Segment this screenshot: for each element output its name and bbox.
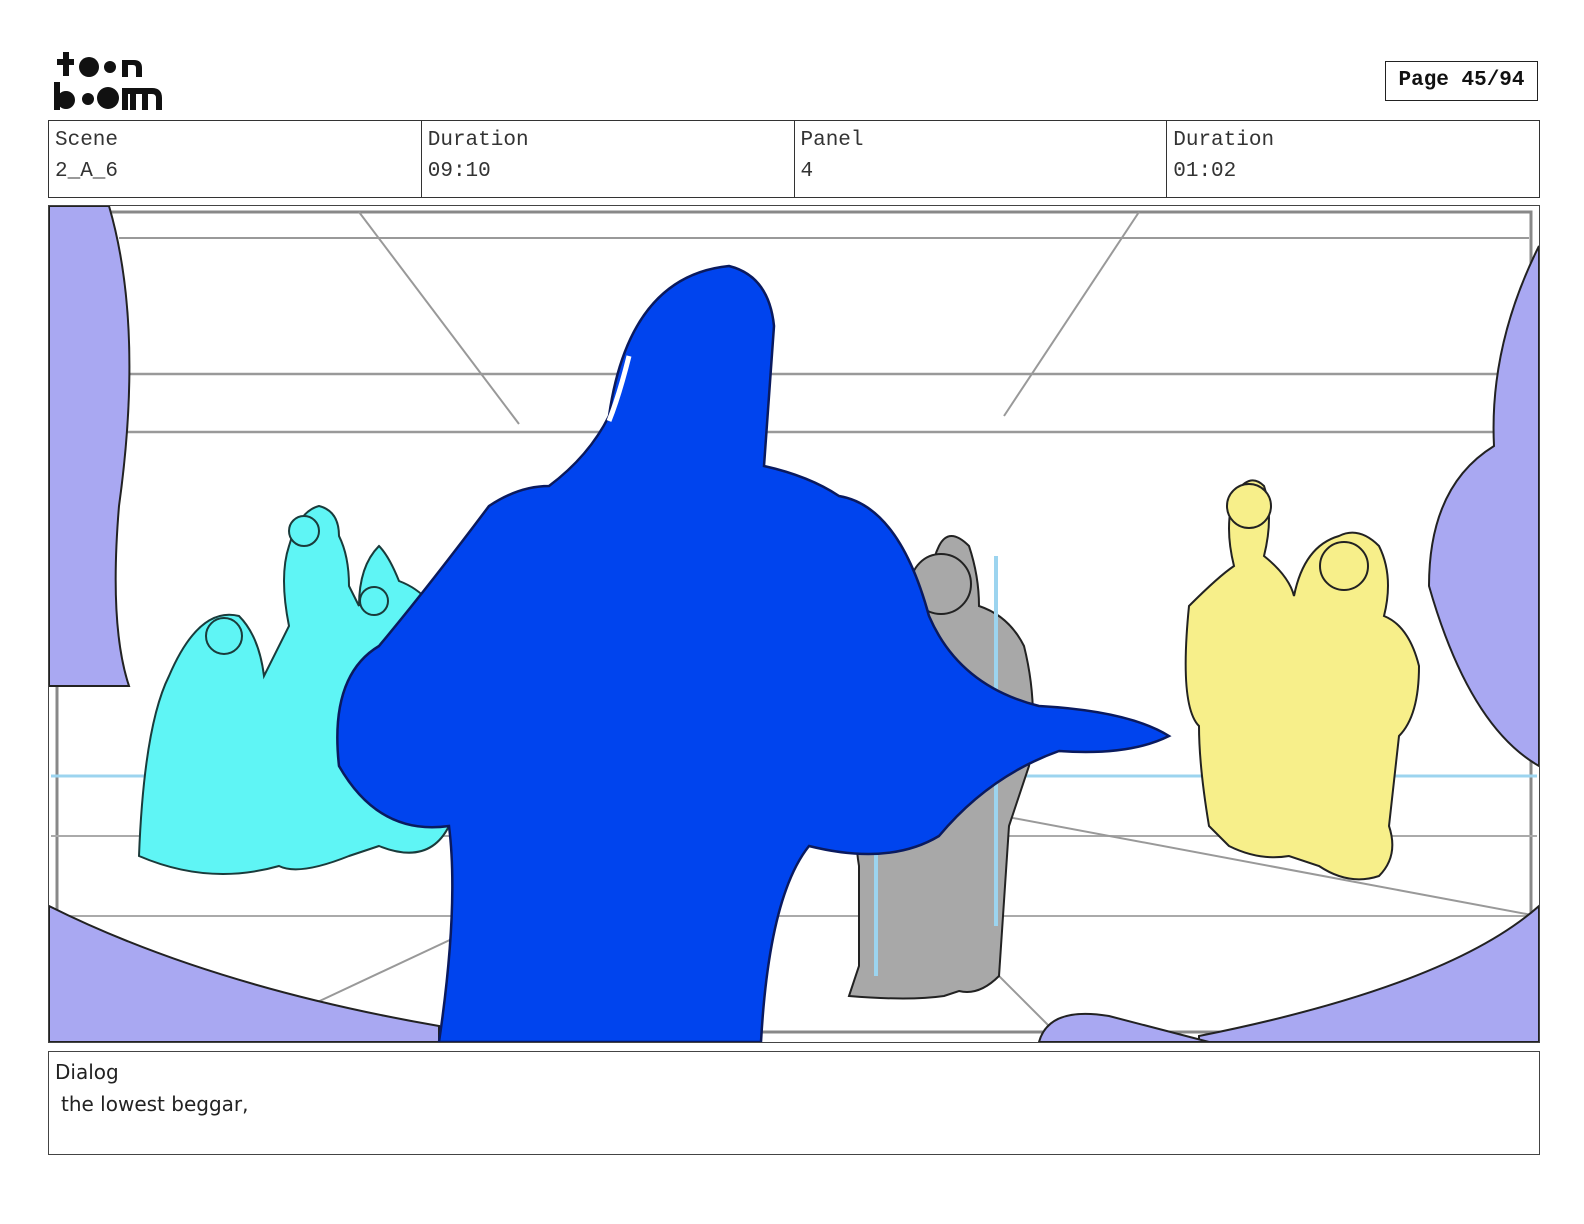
panel-sketch bbox=[49, 206, 1539, 1042]
panel-cell: Panel 4 bbox=[795, 121, 1168, 197]
dialog-label: Dialog bbox=[55, 1060, 119, 1084]
dialog-box: Dialog the lowest beggar, bbox=[48, 1051, 1540, 1155]
panel-duration-label: Duration bbox=[1173, 129, 1275, 152]
scene-label: Scene bbox=[55, 129, 119, 152]
scene-duration-label: Duration bbox=[427, 129, 529, 152]
storyboard-panel-image bbox=[48, 205, 1540, 1043]
scene-duration-cell: Duration 09:10 bbox=[422, 121, 795, 197]
panel-duration-cell: Duration 01:02 bbox=[1167, 121, 1539, 197]
panel-label: Panel bbox=[800, 129, 864, 152]
dialog-text: the lowest beggar, bbox=[61, 1092, 249, 1116]
scene-value: 2_A_6 bbox=[55, 160, 119, 183]
page-number: Page 45/94 bbox=[1385, 61, 1538, 101]
panel-duration-value: 01:02 bbox=[1173, 160, 1237, 183]
scene-duration-value: 09:10 bbox=[427, 160, 491, 183]
storyboard-header: Scene 2_A_6 Duration 09:10 Panel 4 Durat… bbox=[48, 120, 1540, 198]
panel-value: 4 bbox=[800, 160, 814, 183]
scene-cell: Scene 2_A_6 bbox=[49, 121, 422, 197]
toonboom-logo bbox=[54, 52, 162, 110]
